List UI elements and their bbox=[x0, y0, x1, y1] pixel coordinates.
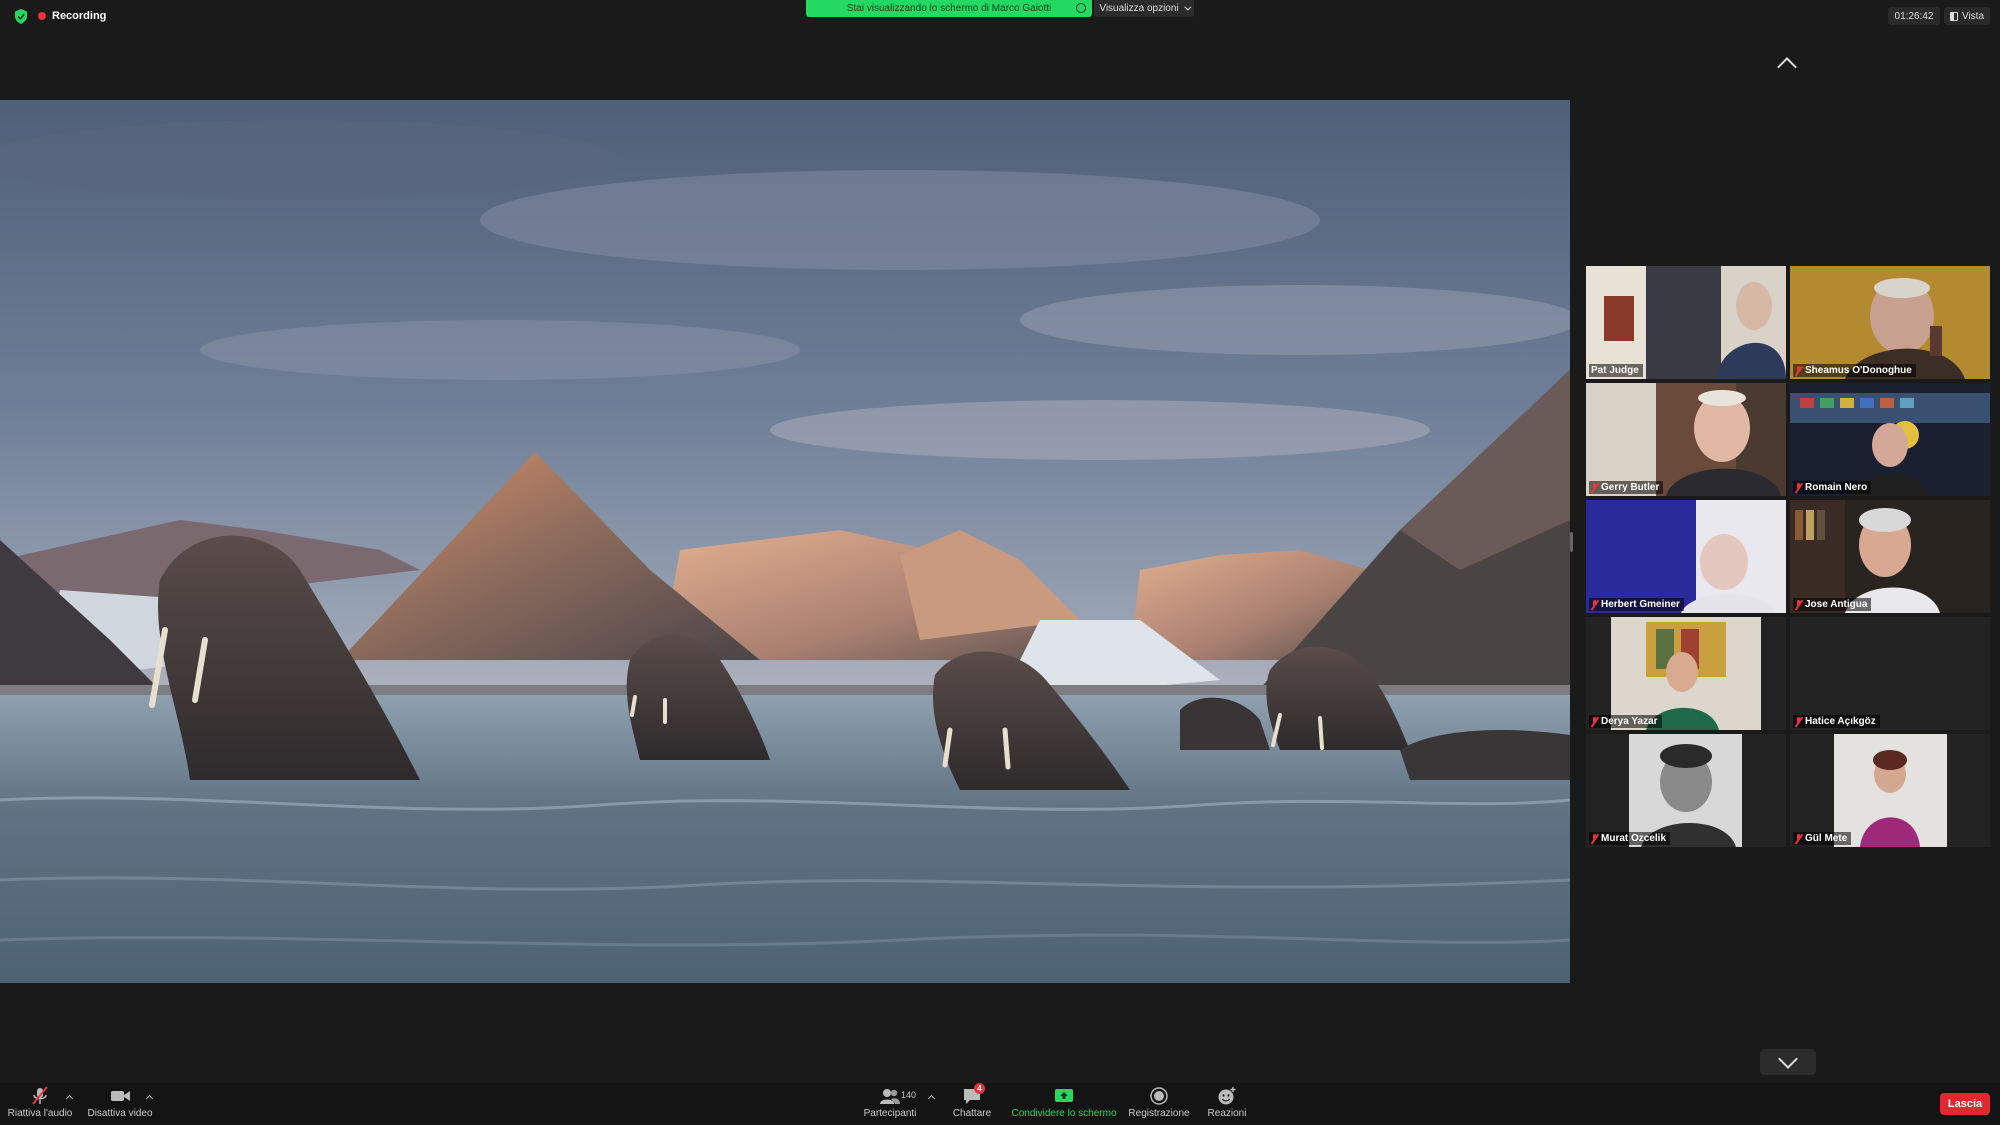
walrus-photo bbox=[0, 100, 1570, 983]
mic-muted-icon bbox=[1591, 599, 1598, 610]
view-options-label: Visualizza opzioni bbox=[1099, 3, 1179, 14]
mic-muted-icon bbox=[1591, 482, 1598, 493]
record-label: Registrazione bbox=[1128, 1108, 1190, 1119]
participants-count: 140 bbox=[901, 1090, 917, 1100]
mic-muted-icon bbox=[29, 1086, 51, 1106]
participant-video bbox=[1586, 266, 1786, 379]
chevron-down-icon bbox=[1184, 3, 1192, 11]
participant-tile[interactable]: Derya Yazar bbox=[1586, 617, 1786, 730]
participant-name: Pat Judge bbox=[1591, 365, 1639, 376]
participant-name: Murat Ozcelik bbox=[1601, 833, 1667, 844]
participant-tile[interactable]: Pat Judge bbox=[1586, 266, 1786, 379]
mic-muted-icon bbox=[1795, 833, 1802, 844]
reactions-label: Reazioni bbox=[1207, 1108, 1247, 1119]
participant-name-label: Romain Nero bbox=[1793, 481, 1872, 494]
participant-name-label: Jose Antigua bbox=[1793, 598, 1872, 611]
participant-name: Sheamus O'Donoghue bbox=[1805, 365, 1912, 376]
participant-video bbox=[1586, 500, 1786, 613]
smiley-icon bbox=[1216, 1086, 1238, 1106]
participant-video bbox=[1790, 500, 1990, 613]
chat-icon: 4 bbox=[961, 1083, 985, 1106]
participant-name: Jose Antigua bbox=[1805, 599, 1868, 610]
share-screen-button[interactable]: Condividere lo schermo bbox=[1008, 1086, 1120, 1122]
participant-name-label: Hatice Açıkgöz bbox=[1793, 715, 1880, 728]
participant-video bbox=[1586, 734, 1786, 847]
participant-name: Romain Nero bbox=[1805, 482, 1868, 493]
participants-options-caret-icon[interactable] bbox=[927, 1094, 936, 1103]
circle-icon[interactable] bbox=[1076, 3, 1086, 13]
participant-name: Derya Yazar bbox=[1601, 716, 1658, 727]
stop-video-label: Disattiva video bbox=[87, 1108, 153, 1119]
participant-name: Gerry Butler bbox=[1601, 482, 1660, 493]
meeting-toolbar: Riattiva l'audio Disattiva video 140 Par… bbox=[0, 1083, 2000, 1125]
participant-tile[interactable]: Romain Nero bbox=[1790, 383, 1990, 496]
participant-tile[interactable]: Murat Ozcelik bbox=[1586, 734, 1786, 847]
record-button[interactable]: Registrazione bbox=[1126, 1086, 1192, 1122]
mic-muted-icon bbox=[1795, 716, 1802, 727]
chat-button[interactable]: 4 Chattare bbox=[946, 1083, 998, 1122]
participant-tile[interactable]: Gerry Butler bbox=[1586, 383, 1786, 496]
mic-muted-icon bbox=[1795, 482, 1802, 493]
meeting-timer: 01:26:42 bbox=[1888, 7, 1940, 25]
layout-icon bbox=[1949, 11, 1958, 21]
splitter-handle[interactable] bbox=[1570, 532, 1573, 552]
recording-label: Recording bbox=[52, 10, 107, 22]
top-bar: Recording Stai visualizzando lo schermo … bbox=[0, 0, 2000, 32]
gallery-scroll-up-button[interactable] bbox=[1762, 50, 1812, 80]
participant-video bbox=[1586, 383, 1786, 496]
participant-video bbox=[1790, 266, 1990, 379]
participant-name: Gül Mete bbox=[1805, 833, 1848, 844]
share-screen-icon bbox=[1053, 1086, 1075, 1106]
recording-indicator[interactable]: Recording bbox=[38, 7, 106, 25]
participants-icon: 140 bbox=[879, 1086, 916, 1106]
unmute-audio-button[interactable]: Riattiva l'audio bbox=[4, 1086, 76, 1122]
participant-video bbox=[1586, 617, 1786, 730]
participant-name: Herbert Gmeiner bbox=[1601, 599, 1680, 610]
recording-dot-icon bbox=[38, 12, 46, 20]
participant-name-label: Sheamus O'Donoghue bbox=[1793, 364, 1916, 377]
shield-icon[interactable] bbox=[14, 9, 28, 24]
participant-tile[interactable]: Gül Mete bbox=[1790, 734, 1990, 847]
shared-screen-view[interactable] bbox=[0, 100, 1570, 983]
participant-name-label: Murat Ozcelik bbox=[1589, 832, 1671, 845]
mic-muted-icon bbox=[1591, 716, 1598, 727]
participant-tile[interactable]: Herbert Gmeiner bbox=[1586, 500, 1786, 613]
share-screen-label: Condividere lo schermo bbox=[1011, 1108, 1117, 1119]
chat-label: Chattare bbox=[952, 1108, 992, 1119]
participant-tile[interactable]: Hatice Açıkgöz bbox=[1790, 617, 1990, 730]
participant-name-label: Gerry Butler bbox=[1589, 481, 1664, 494]
mic-muted-icon bbox=[1591, 833, 1598, 844]
participant-name-label: Pat Judge bbox=[1589, 364, 1643, 377]
chat-badge: 4 bbox=[974, 1083, 985, 1094]
participant-name-label: Derya Yazar bbox=[1589, 715, 1662, 728]
participants-label: Partecipanti bbox=[863, 1108, 917, 1119]
participant-name-label: Herbert Gmeiner bbox=[1589, 598, 1684, 611]
view-options-button[interactable]: Visualizza opzioni bbox=[1094, 0, 1194, 17]
record-icon bbox=[1148, 1086, 1170, 1106]
screen-share-banner: Stai visualizzando lo schermo di Marco G… bbox=[806, 0, 1092, 17]
participant-video bbox=[1790, 734, 1990, 847]
screen-share-banner-text: Stai visualizzando lo schermo di Marco G… bbox=[846, 3, 1052, 14]
mic-muted-icon bbox=[1795, 599, 1802, 610]
participant-video bbox=[1790, 383, 1990, 496]
video-camera-icon bbox=[109, 1086, 131, 1106]
zoom-meeting-window: Recording Stai visualizzando lo schermo … bbox=[0, 0, 2000, 1125]
participant-tile[interactable]: Jose Antigua bbox=[1790, 500, 1990, 613]
participant-name: Hatice Açıkgöz bbox=[1805, 716, 1876, 727]
participant-tile[interactable]: Sheamus O'Donoghue bbox=[1790, 266, 1990, 379]
leave-meeting-button[interactable]: Lascia bbox=[1940, 1093, 1990, 1115]
gallery-scroll-down-button[interactable] bbox=[1760, 1049, 1816, 1075]
mic-muted-icon bbox=[1795, 365, 1802, 376]
reactions-button[interactable]: Reazioni bbox=[1200, 1086, 1254, 1122]
unmute-audio-label: Riattiva l'audio bbox=[7, 1108, 73, 1119]
view-button[interactable]: Vista bbox=[1944, 7, 1990, 25]
participant-name-label: Gül Mete bbox=[1793, 832, 1852, 845]
participants-button[interactable]: 140 Partecipanti bbox=[858, 1086, 922, 1122]
view-button-label: Vista bbox=[1961, 10, 1985, 22]
stop-video-button[interactable]: Disattiva video bbox=[84, 1086, 156, 1122]
